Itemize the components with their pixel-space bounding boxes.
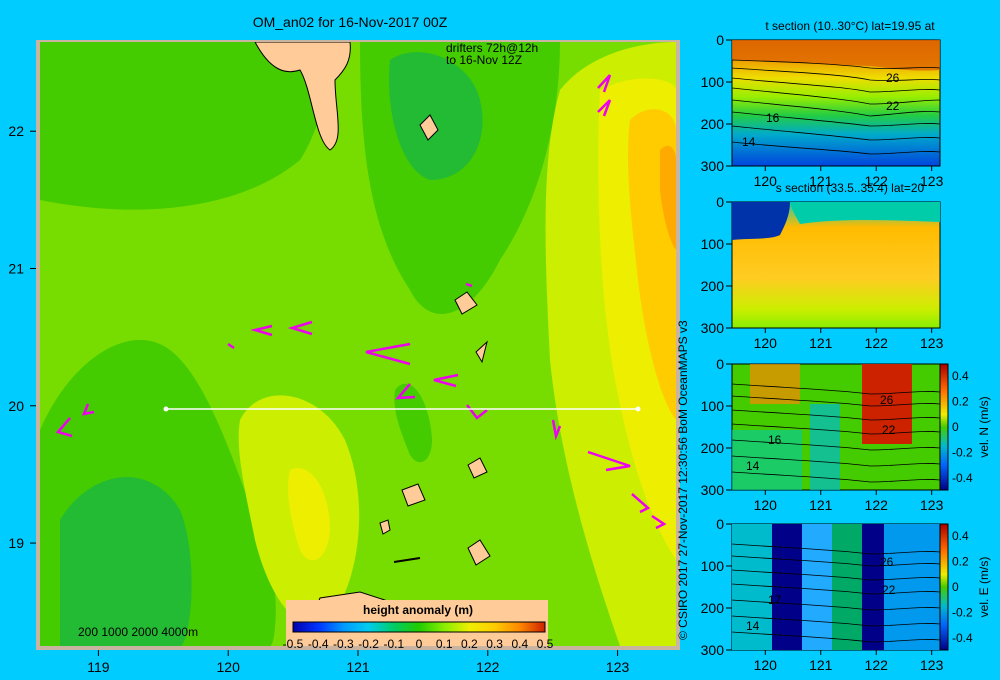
depth-tick-label: 100 [701,236,725,252]
velocity-tick-label: 0 [952,580,959,594]
ve-contour-label: 22 [882,583,896,597]
depth-tick-label: 300 [701,320,725,336]
colorbar-tick-label: -0.1 [383,637,404,651]
lon-tick-label: 122 [865,657,889,673]
velocity-tick-label: 0.4 [952,529,969,543]
colorbar-tick-label: -0.4 [308,637,329,651]
lon-tick-label: 120 [754,335,778,351]
lon-tick-label: 123 [606,659,630,675]
latitude-axis: 22 21 20 19 [8,123,36,551]
lon-tick-label: 121 [809,335,833,351]
ve-colorbar-label: vel. E (m/s) [977,557,991,618]
anomaly-low-sw [60,477,192,646]
s-section-title: s section (33.5..35.4) lat=20 [776,181,925,195]
velocity-tick-label: -0.4 [952,471,973,485]
depth-tick-label: 300 [701,642,725,658]
velocity-tick-label: -0.2 [952,606,973,620]
colorbar-tick-label: -0.2 [358,637,379,651]
velocity-tick-label: 0.2 [952,395,969,409]
ve-colorbar [939,523,949,651]
lon-tick-label: 120 [754,497,778,513]
t-contour-label: 14 [742,135,756,149]
lat-tick-label: 19 [8,535,24,551]
longitude-axis: 119 120 121 122 123 [87,650,629,675]
vn-colorbar-ticks: 0.4 0.2 0 -0.2 -0.4 [952,369,973,485]
ve-band [862,524,884,650]
lon-tick-label: 120 [754,173,778,189]
colorbar-tick-label: 0.1 [436,637,453,651]
bathymetry-legend: 200 1000 2000 4000m [78,625,198,639]
lon-tick-label: 121 [809,497,833,513]
section-panels: t section (10..30°C) lat=19.95 at 26 22 … [701,19,991,673]
velocity-tick-label: -0.4 [952,631,973,645]
vn-contour-label: 14 [746,459,760,473]
colorbar-tick-label: 0.4 [511,637,528,651]
depth-tick-label: 200 [701,278,725,294]
t-contour-label: 26 [886,71,900,85]
colorbar-tick-label: 0 [416,637,423,651]
sea-level-map: drifters 72h@12h to 16-Nov 12Z 119 120 121… [8,40,680,675]
colorbar-ticks: -0.5 -0.4 -0.3 -0.2 -0.1 0 0.1 0.2 0.3 0.4 0.5 [283,637,554,651]
ve-colorbar-ticks: 0.4 0.2 0 -0.2 -0.4 [952,529,973,645]
colorbar [292,621,546,633]
t-section-title: t section (10..30°C) lat=19.95 at [765,19,935,33]
colorbar-tick-label: -0.3 [333,637,354,651]
depth-tick-label: 200 [701,440,725,456]
lat-tick-label: 21 [8,261,24,277]
colorbar-tick-label: 0.3 [486,637,503,651]
velocity-tick-label: 0 [952,420,959,434]
colorbar-tick-label: 0.2 [461,637,478,651]
lat-tick-label: 22 [8,123,24,139]
lon-tick-label: 120 [754,657,778,673]
depth-tick-label: 0 [716,356,724,372]
lon-tick-label: 120 [217,659,241,675]
colorbar-tick-label: -0.5 [283,637,304,651]
lon-tick-label: 119 [87,659,110,675]
colorbar-label: height anomaly (m) [363,603,473,617]
depth-tick-label: 100 [701,398,725,414]
drifter-note-2: to 16-Nov 12Z [446,53,522,67]
depth-tick-label: 100 [701,558,725,574]
section-start-point [163,406,169,412]
depth-tick-label: 300 [701,482,725,498]
velocity-tick-label: 0.2 [952,555,969,569]
lat-tick-label: 20 [8,398,24,414]
lon-tick-label: 121 [346,659,370,675]
lon-tick-label: 123 [920,657,944,673]
ve-band [802,524,832,650]
velocity-tick-label: -0.2 [952,446,973,460]
vn-contour-label: 16 [768,433,782,447]
lon-tick-label: 123 [920,497,944,513]
depth-tick-label: 200 [701,600,725,616]
ve-contour-label: 14 [746,619,760,633]
lon-tick-label: 123 [920,335,944,351]
depth-tick-label: 0 [716,194,724,210]
ve-contour-label: 26 [880,555,894,569]
lon-tick-label: 122 [865,497,889,513]
depth-tick-label: 100 [701,74,725,90]
vn-contour-label: 22 [882,423,896,437]
depth-tick-label: 300 [701,158,725,174]
depth-tick-label: 0 [716,32,724,48]
lon-tick-label: 122 [476,659,500,675]
vn-colorbar-label: vel. N (m/s) [977,396,991,457]
t-contour-label: 22 [886,99,900,113]
ve-band [832,524,862,650]
lon-tick-label: 122 [865,335,889,351]
depth-tick-label: 200 [701,116,725,132]
vn-contour-label: 26 [880,393,894,407]
colorbar-tick-label: 0.5 [537,637,554,651]
t-contour-label: 16 [766,111,780,125]
vn-colorbar [939,363,949,491]
depth-tick-label: 0 [716,516,724,532]
velocity-tick-label: 0.4 [952,369,969,383]
section-end-point [635,406,641,412]
lon-tick-label: 121 [809,657,833,673]
ve-contour-label: 17 [768,593,782,607]
